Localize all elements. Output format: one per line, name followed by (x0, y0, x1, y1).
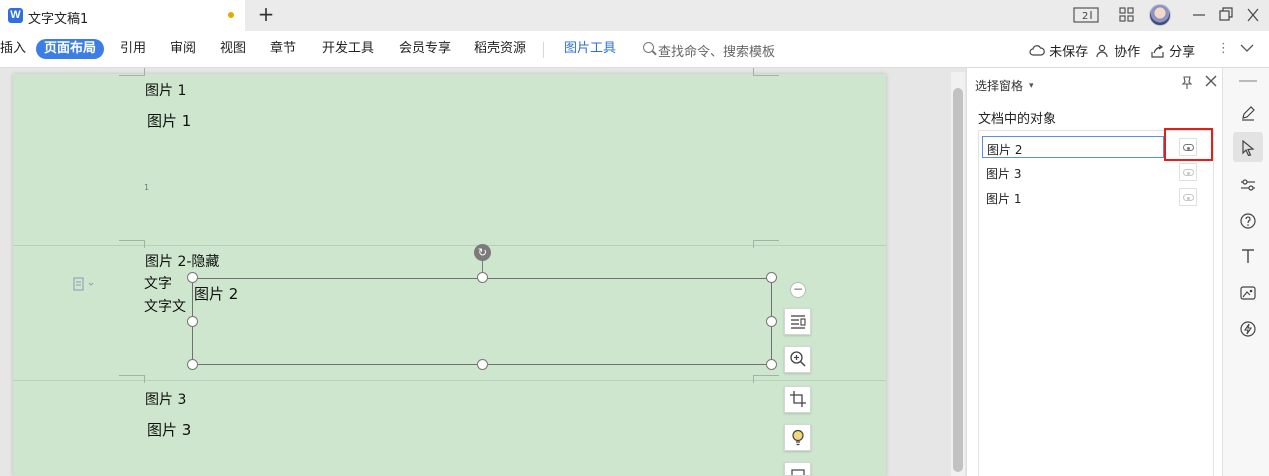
close-window-icon[interactable] (1245, 6, 1261, 24)
ribbon-tabs: 插入 页面布局 引用 审阅 视图 章节 开发工具 会员专享 稻壳资源 图片工具 … (0, 31, 1269, 68)
line-number-mark: 1 (144, 183, 150, 192)
list-item-picture-1[interactable]: 图片 1 (982, 186, 1202, 208)
crop-mark (119, 68, 145, 76)
document-title: 文字文稿1 (28, 12, 89, 27)
document-tab[interactable]: W 文字文稿1 (0, 0, 245, 31)
tab-picture-tools[interactable]: 图片工具 (564, 41, 616, 57)
collapse-toolbar-icon[interactable]: − (790, 282, 806, 298)
picture-2-caption[interactable]: 图片 2 (194, 286, 238, 302)
crop-mark (753, 240, 779, 248)
paragraph-options-icon[interactable] (73, 277, 95, 294)
object-name: 图片 2 (987, 143, 1023, 157)
resize-handle[interactable] (477, 272, 488, 283)
tab-review[interactable]: 审阅 (170, 41, 196, 57)
resize-handle[interactable] (766, 359, 777, 370)
ribbon-divider (543, 42, 544, 58)
crop-icon[interactable] (784, 386, 811, 413)
tab-docer[interactable]: 稻壳资源 (474, 41, 526, 57)
user-icon (1096, 44, 1108, 58)
list-item-picture-3[interactable]: 图片 3 (982, 161, 1202, 183)
resize-handle[interactable] (187, 272, 198, 283)
resize-handle[interactable] (477, 359, 488, 370)
resize-handle[interactable] (766, 272, 777, 283)
tab-insert[interactable]: 插入 (0, 41, 26, 57)
picture-3-label[interactable]: 图片 3 (145, 392, 186, 408)
text-icon[interactable] (1233, 240, 1263, 270)
text-wrap-icon[interactable] (784, 308, 811, 335)
tab-member[interactable]: 会员专享 (399, 41, 451, 57)
document-page[interactable] (13, 74, 886, 476)
visibility-eye-icon[interactable] (1179, 163, 1197, 181)
tab-section[interactable]: 章节 (270, 41, 296, 57)
highlight-annotation-box (1164, 128, 1213, 161)
more-tools-icon[interactable] (784, 462, 811, 476)
bolt-icon[interactable] (1233, 313, 1263, 343)
wps-logo-icon: W (8, 8, 23, 23)
selected-picture-frame[interactable] (192, 278, 772, 365)
user-avatar[interactable] (1149, 4, 1171, 26)
right-toolbar (1222, 68, 1269, 476)
visibility-eye-icon[interactable] (1179, 188, 1197, 206)
picture-1-label[interactable]: 图片 1 (145, 83, 186, 99)
more-options-icon[interactable]: ⋮ (1217, 41, 1230, 56)
share-label: 分享 (1169, 45, 1196, 60)
grid-icon[interactable] (1118, 6, 1136, 24)
collaborate-label: 协作 (1114, 45, 1141, 60)
tab-page-layout[interactable]: 页面布局 (36, 39, 105, 59)
pen-icon[interactable] (1233, 97, 1263, 127)
objects-heading: 文档中的对象 (978, 112, 1057, 127)
share-icon (1151, 44, 1164, 58)
crop-mark (753, 375, 779, 383)
crop-mark (119, 240, 145, 248)
body-text[interactable]: 文字文 (144, 299, 186, 315)
unsaved-label: 未保存 (1049, 45, 1089, 60)
tab-references[interactable]: 引用 (120, 41, 146, 57)
cursor-icon[interactable] (1233, 132, 1263, 162)
body-text[interactable]: 文字 (144, 276, 172, 292)
svg-text:2: 2 (1082, 11, 1088, 22)
help-icon[interactable] (1233, 205, 1263, 235)
document-canvas[interactable]: 图片 1 图片 1 1 图片 2-隐藏 文字 文字文 ↻ 图片 2 − 图片 3… (0, 68, 950, 476)
lightbulb-icon[interactable] (784, 424, 811, 451)
object-list: 图片 2 图片 3 图片 1 (978, 130, 1214, 476)
object-name-box[interactable]: 图片 2 (982, 136, 1164, 158)
rotate-handle-icon[interactable]: ↻ (474, 244, 491, 261)
tab-developer[interactable]: 开发工具 (322, 41, 374, 57)
resize-handle[interactable] (187, 359, 198, 370)
collaborate-button[interactable]: 协作 (1096, 41, 1140, 60)
collapse-ribbon-icon[interactable] (1239, 41, 1255, 59)
object-name: 图片 1 (986, 192, 1022, 206)
resize-handle[interactable] (187, 316, 198, 327)
picture-1-caption[interactable]: 图片 1 (147, 113, 191, 129)
object-name-box[interactable]: 图片 1 (982, 186, 1164, 208)
tab-view[interactable]: 视图 (220, 41, 246, 57)
share-button[interactable]: 分享 (1151, 41, 1195, 60)
sliders-icon[interactable] (1233, 169, 1263, 199)
dropdown-arrow-icon[interactable]: ▾ (1029, 81, 1034, 91)
toolbar-handle (1239, 80, 1257, 82)
crop-mark (753, 68, 779, 76)
cloud-icon (1029, 45, 1045, 56)
minimize-icon[interactable] (1191, 6, 1207, 24)
unsaved-indicator-icon (228, 12, 234, 18)
pin-icon[interactable] (1180, 76, 1194, 90)
crop-mark (119, 375, 145, 383)
close-pane-icon[interactable] (1204, 74, 1218, 90)
command-search[interactable]: 查找命令、搜索模板 (658, 41, 775, 60)
image-edit-icon[interactable] (1233, 277, 1263, 307)
cloud-save-status[interactable]: 未保存 (1029, 41, 1088, 60)
search-icon (643, 42, 654, 53)
zoom-in-icon[interactable] (784, 346, 811, 373)
picture-3-caption[interactable]: 图片 3 (147, 422, 191, 438)
new-tab-button[interactable]: + (256, 4, 276, 26)
object-name-box[interactable]: 图片 3 (982, 161, 1164, 183)
object-name: 图片 3 (986, 167, 1022, 181)
layout-2-icon[interactable]: 2 (1073, 6, 1099, 24)
pane-title[interactable]: 选择窗格 (975, 77, 1023, 94)
resize-handle[interactable] (766, 316, 777, 327)
scrollbar-thumb[interactable] (953, 88, 963, 472)
picture-2-hidden-label[interactable]: 图片 2-隐藏 (145, 254, 219, 270)
title-bar: W 文字文稿1 + 2 (0, 0, 1269, 31)
restore-icon[interactable] (1218, 6, 1234, 24)
